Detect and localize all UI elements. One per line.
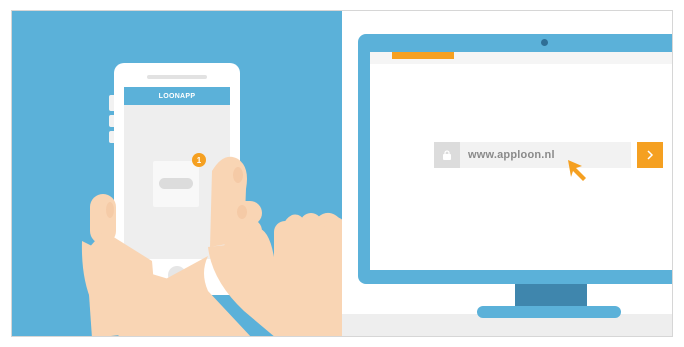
hands-illustration [81,156,342,336]
go-button[interactable] [637,142,663,168]
illustration-frame: LOONAPP 1 www.apploon.nl [11,10,673,337]
monitor-stand [477,306,621,318]
chevron-right-icon [647,150,654,160]
browser-tab-active[interactable] [392,52,454,59]
camera-icon [541,39,548,46]
monitor-neck [515,284,587,308]
monitor-screen: www.apploon.nl [370,52,672,270]
address-bar[interactable]: www.apploon.nl [434,142,663,168]
url-input[interactable]: www.apploon.nl [460,142,631,168]
browser-toolbar [370,52,672,64]
lock-icon [434,142,460,168]
cursor-arrow-icon [568,160,586,181]
desktop-monitor: www.apploon.nl [358,34,672,284]
